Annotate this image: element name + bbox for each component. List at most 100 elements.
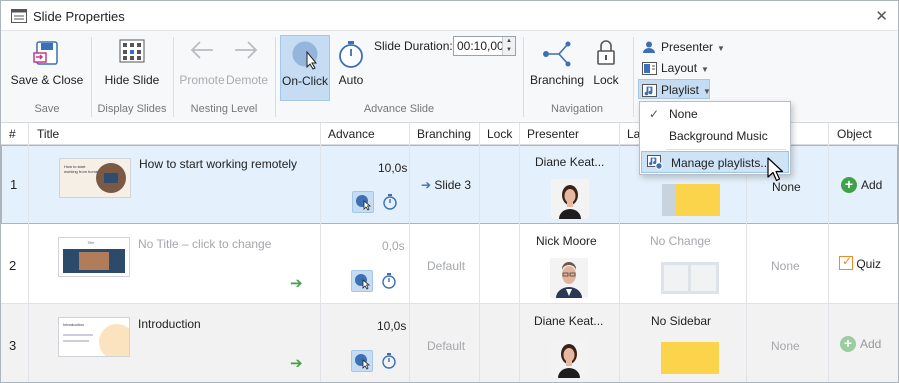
object-label: Quiz [856,257,882,271]
presenter-avatar [551,179,589,219]
arrow-right-icon: ➔ [290,355,303,372]
presenter-button[interactable]: Presenter ▼ [640,37,725,57]
on-click-icon[interactable] [351,270,373,292]
thumbnail-text: How to start working from home [64,164,99,174]
stopwatch-icon[interactable] [381,271,397,291]
chevron-down-icon: ▼ [703,87,711,96]
menu-item-none[interactable]: ✓ None [640,103,790,125]
slide-properties-window: Slide Properties ✕ Save & Close Save Hid… [0,0,899,383]
on-click-icon[interactable] [351,350,373,372]
spin-up-icon[interactable]: ▲ [503,37,515,46]
plus-icon: + [840,336,856,352]
on-click-icon[interactable] [352,191,374,213]
quiz-object[interactable]: ✓ Quiz [839,254,882,271]
table-row[interactable]: 2 Title No Title – click to change 0,0s … [1,224,898,304]
arrow-right-icon [235,41,258,59]
slide-duration-spinner[interactable]: ▲ ▼ [502,37,515,55]
plus-icon: + [841,177,857,193]
presenter-icon [642,40,656,60]
demote-button[interactable]: Demote [225,31,269,97]
advance-time[interactable]: 0,0s [382,239,405,253]
audio-value[interactable]: None [771,259,800,273]
stopwatch-icon[interactable] [381,351,397,371]
column-header-branching[interactable]: Branching [411,123,471,145]
slide-duration-input[interactable]: 00:10,00 ▲ ▼ [453,36,516,56]
table-row[interactable]: 3 Introduction Introduction 10,0s ➔ Defa… [1,304,898,382]
spin-down-icon[interactable]: ▼ [503,46,515,55]
menu-item-background-music[interactable]: Background Music [640,125,790,147]
layout-preview[interactable] [661,262,719,294]
group-label-save: Save [34,103,60,115]
on-click-button[interactable]: On-Click [280,35,330,101]
playlist-icon [642,83,657,103]
presenter-label: Presenter [661,40,714,54]
slide-title[interactable]: How to start working remotely [139,157,297,171]
column-header-object[interactable]: Object [831,123,872,145]
column-header-presenter[interactable]: Presenter [521,123,579,145]
slide-thumbnail[interactable]: How to start working from home [59,158,131,198]
lock-button[interactable]: Lock [589,31,623,97]
arrow-right-icon: ➔ [421,178,432,192]
group-separator [633,37,634,117]
branching-icon [543,41,571,67]
branching-value[interactable]: Default [427,259,465,273]
chevron-down-icon: ▼ [701,65,709,74]
slide-title[interactable]: Introduction [138,317,201,331]
advance-time[interactable]: 10,0s [378,161,407,175]
branching-cell[interactable]: ➔ Slide 3 [421,178,471,192]
add-object-button[interactable]: + Add [841,177,882,195]
column-header-advance[interactable]: Advance [322,123,375,145]
layout-preview[interactable] [662,184,720,216]
menu-item-label: None [669,107,698,121]
arrow-left-icon [190,41,213,59]
add-object-button[interactable]: + Add [840,336,881,354]
layout-value[interactable]: No Sidebar [651,314,711,328]
stopwatch-icon [339,41,363,68]
audio-value[interactable]: None [771,339,800,353]
chevron-down-icon: ▼ [717,44,725,53]
presenter-name[interactable]: Nick Moore [536,234,597,248]
branching-button[interactable]: Branching [527,31,587,97]
column-header-title[interactable]: Title [31,123,59,145]
group-label-nesting-level: Nesting Level [190,103,258,115]
advance-time[interactable]: 10,0s [377,319,406,333]
column-header-number[interactable]: # [3,123,16,145]
slide-duration-value: 00:10,00 [457,39,504,53]
slide-title[interactable]: No Title – click to change [138,237,271,251]
close-icon[interactable]: ✕ [875,7,888,25]
arrow-right-icon: ➔ [290,275,303,292]
promote-button[interactable]: Promote [179,31,225,97]
slide-duration-label: Slide Duration: [374,39,453,53]
layout-button[interactable]: Layout ▼ [640,58,709,78]
on-click-label: On-Click [281,74,328,88]
presenter-avatar [550,338,588,378]
save-close-button[interactable]: Save & Close [9,31,85,97]
quiz-icon: ✓ [839,254,853,270]
checkmark-icon: ✓ [649,107,660,121]
menu-item-label: Manage playlists... [671,156,771,170]
column-header-lock[interactable]: Lock [481,123,512,145]
presenter-name[interactable]: Diane Keat... [534,314,603,328]
group-label-display-slides: Display Slides [97,103,167,115]
save-close-icon [33,41,58,65]
branching-value[interactable]: Default [427,339,465,353]
title-bar: Slide Properties ✕ [1,1,898,31]
column-header-layout[interactable]: La [621,123,640,145]
branching-value: Slide 3 [434,178,472,192]
layout-preview[interactable] [661,342,719,374]
stopwatch-icon[interactable] [382,192,398,212]
group-separator [173,37,174,117]
hide-slide-button[interactable]: Hide Slide [99,31,165,97]
mouse-cursor-icon [767,157,784,182]
column-divider [828,123,829,382]
slide-thumbnail[interactable]: Title [58,237,130,277]
auto-button[interactable]: Auto [333,31,369,97]
slide-thumbnail[interactable]: Introduction [58,317,130,357]
layout-icon [642,61,657,81]
playlist-button[interactable]: Playlist ▼ [638,79,711,99]
layout-value[interactable]: No Change [650,234,711,248]
demote-label: Demote [225,73,269,87]
hide-slide-label: Hide Slide [104,73,160,87]
presenter-name[interactable]: Diane Keat... [535,155,604,169]
slide-number: 3 [9,338,17,353]
